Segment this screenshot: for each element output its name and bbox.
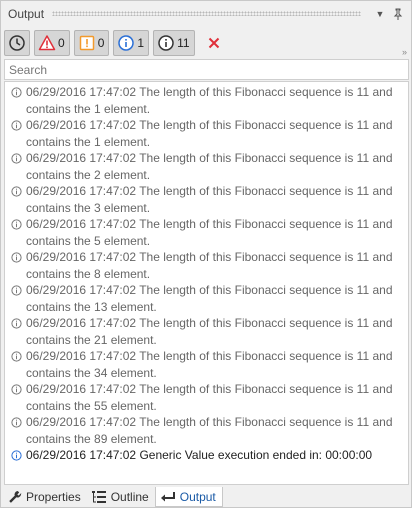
trace-icon <box>11 120 22 131</box>
log-entry: 06/29/2016 17:47:02 The length of this F… <box>11 117 402 150</box>
log-entry-text: 06/29/2016 17:47:02 The length of this F… <box>26 316 393 347</box>
log-entry-text: 06/29/2016 17:47:02 The length of this F… <box>26 415 393 446</box>
tab-properties[interactable]: Properties <box>4 487 87 507</box>
log-entry: 06/29/2016 17:47:02 The length of this F… <box>11 249 402 282</box>
errors-filter-button[interactable]: 0 <box>34 30 70 56</box>
tab-properties-label: Properties <box>26 490 81 504</box>
trace-icon <box>11 153 22 164</box>
panel-tab-strip: Properties Outline Output <box>1 487 411 507</box>
log-entry-text: 06/29/2016 17:47:02 The length of this F… <box>26 349 393 380</box>
output-toolbar: 0 0 1 11 » <box>4 29 408 57</box>
clock-icon <box>9 35 25 51</box>
info-icon <box>11 450 22 461</box>
trace-icon <box>158 35 174 51</box>
warning-icon <box>79 35 94 51</box>
trace-icon <box>11 318 22 329</box>
clear-output-button[interactable] <box>203 30 225 56</box>
trace-icon <box>11 186 22 197</box>
log-entry: 06/29/2016 17:47:02 The length of this F… <box>11 315 402 348</box>
error-triangle-icon <box>38 35 56 51</box>
trace-count: 11 <box>177 36 190 50</box>
log-entry: 06/29/2016 17:47:02 The length of this F… <box>11 348 402 381</box>
tab-outline[interactable]: Outline <box>87 487 155 507</box>
search-input[interactable] <box>4 59 409 80</box>
output-panel: Output ▼ 0 0 1 11 » Search 06/29/2016 17… <box>0 0 412 508</box>
warnings-filter-button[interactable]: 0 <box>73 30 110 56</box>
warnings-count: 0 <box>97 36 105 50</box>
log-entry-text: 06/29/2016 17:47:02 The length of this F… <box>26 283 393 314</box>
trace-filter-button[interactable]: 11 <box>153 30 195 56</box>
log-entry: 06/29/2016 17:47:02 The length of this F… <box>11 381 402 414</box>
trace-icon <box>11 417 22 428</box>
log-entry-text: 06/29/2016 17:47:02 The length of this F… <box>26 151 393 182</box>
trace-icon <box>11 351 22 362</box>
output-log[interactable]: 06/29/2016 17:47:02 The length of this F… <box>4 81 409 485</box>
tab-output-label: Output <box>179 489 216 504</box>
return-arrow-icon <box>160 491 175 501</box>
log-entry-text: 06/29/2016 17:47:02 Generic Value execut… <box>26 448 373 462</box>
panel-menu-dropdown-icon[interactable]: ▼ <box>373 7 387 21</box>
log-entry: 06/29/2016 17:47:02 The length of this F… <box>11 216 402 249</box>
log-entry: 06/29/2016 17:47:02 The length of this F… <box>11 414 402 447</box>
wrench-icon <box>9 490 22 503</box>
log-entry-text: 06/29/2016 17:47:02 The length of this F… <box>26 85 393 116</box>
trace-icon <box>11 219 22 230</box>
pin-icon[interactable] <box>391 7 405 21</box>
errors-count: 0 <box>58 36 65 50</box>
trace-icon <box>11 384 22 395</box>
panel-title: Output <box>8 6 45 21</box>
log-entry-text: 06/29/2016 17:47:02 The length of this F… <box>26 118 393 149</box>
trace-icon <box>11 252 22 263</box>
timestamp-toggle-button[interactable] <box>4 30 30 56</box>
log-entry: 06/29/2016 17:47:02 The length of this F… <box>11 150 402 183</box>
log-entry-text: 06/29/2016 17:47:02 The length of this F… <box>26 382 393 413</box>
info-filter-button[interactable]: 1 <box>113 30 150 56</box>
outline-tree-icon <box>91 491 106 503</box>
panel-titlebar: Output ▼ <box>1 1 411 26</box>
log-entry-text: 06/29/2016 17:47:02 The length of this F… <box>26 217 393 248</box>
tab-output[interactable]: Output <box>154 487 223 507</box>
toolbar-overflow-chevron-icon[interactable]: » <box>402 47 407 57</box>
log-entry-text: 06/29/2016 17:47:02 The length of this F… <box>26 250 393 281</box>
log-entry: 06/29/2016 17:47:02 The length of this F… <box>11 282 402 315</box>
log-entry: 06/29/2016 17:47:02 The length of this F… <box>11 84 402 117</box>
info-count: 1 <box>137 36 145 50</box>
tab-outline-label: Outline <box>110 490 149 504</box>
trace-icon <box>11 87 22 98</box>
trace-icon <box>11 285 22 296</box>
panel-drag-grip[interactable] <box>52 11 361 16</box>
clear-x-icon <box>208 37 219 49</box>
log-entry: 06/29/2016 17:47:02 The length of this F… <box>11 183 402 216</box>
info-icon <box>118 35 135 51</box>
log-entry: 06/29/2016 17:47:02 Generic Value execut… <box>11 447 402 464</box>
log-entry-text: 06/29/2016 17:47:02 The length of this F… <box>26 184 393 215</box>
